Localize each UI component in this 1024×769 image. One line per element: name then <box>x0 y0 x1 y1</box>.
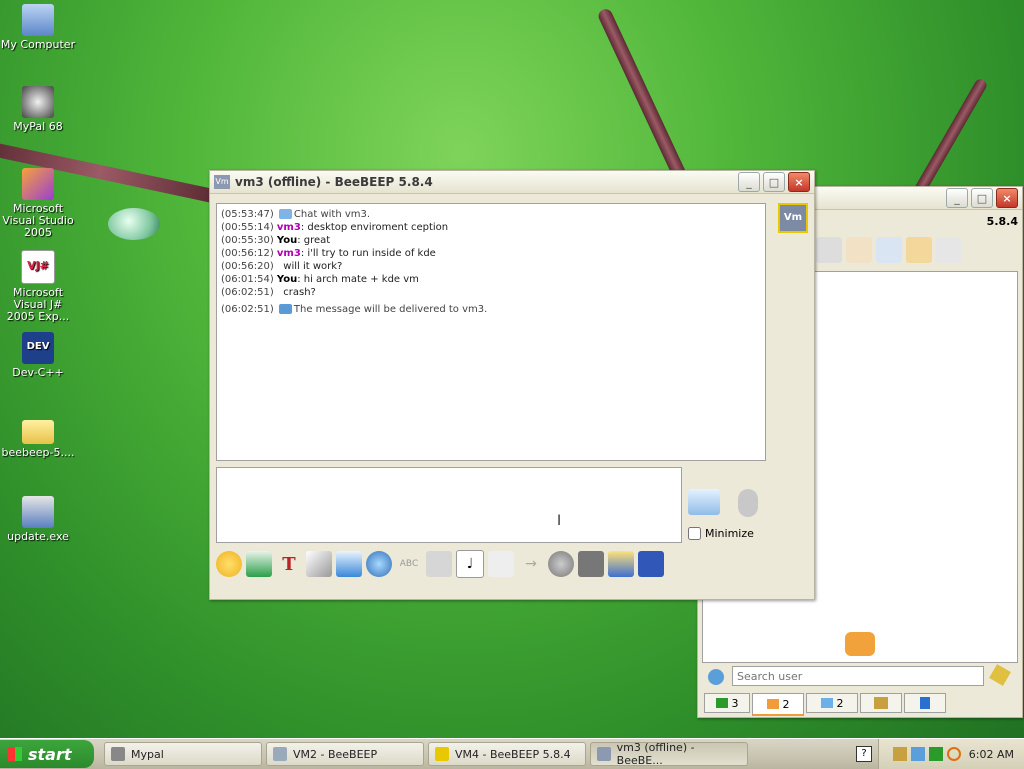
network-tab-icon <box>874 697 888 709</box>
spellcheck-icon[interactable]: ABC <box>396 551 422 577</box>
close-button[interactable]: × <box>996 188 1018 208</box>
text-cursor-icon: I <box>557 513 562 529</box>
users-icon <box>845 632 875 656</box>
terminal-icon[interactable] <box>578 551 604 577</box>
minimize-checkbox-label[interactable]: Minimize <box>688 527 754 540</box>
raccoon-icon <box>22 86 54 118</box>
chat-message: (00:56:12) vm3: i'll try to run inside o… <box>221 248 436 259</box>
setup-icon <box>22 496 54 528</box>
edit-icon[interactable] <box>846 237 872 263</box>
chat-icon <box>278 209 292 219</box>
chats-tab-icon <box>820 698 833 708</box>
chat-message: (06:02:51) crash? <box>221 287 316 298</box>
clock[interactable]: 6:02 AM <box>969 748 1014 761</box>
desktop-icon-beebeep-folder[interactable]: beebeep-5.... <box>0 414 76 459</box>
save-icon[interactable] <box>638 551 664 577</box>
tab-users[interactable]: 3 <box>704 693 750 713</box>
desktop-icon-mypal[interactable]: MyPal 68 <box>0 86 76 133</box>
groups-tab-icon <box>766 699 779 709</box>
tab-groups[interactable]: 2 <box>752 693 804 716</box>
desktop-icon-visual-jsharp[interactable]: VJ# Microsoft Visual J# 2005 Exp... <box>0 250 76 323</box>
chat-message: (00:55:30) You: great <box>221 235 331 246</box>
minimize-button[interactable]: _ <box>946 188 968 208</box>
filter-icon[interactable] <box>336 551 362 577</box>
taskbar: start Mypal VM2 - BeeBEEP VM4 - BeeBEEP … <box>0 738 1024 769</box>
gear-icon[interactable] <box>708 669 724 685</box>
vm-icon <box>435 747 449 761</box>
desktop-icon-devcpp[interactable]: DEV Dev-C++ <box>0 332 76 379</box>
taskbar-item-vm4[interactable]: VM4 - BeeBEEP 5.8.4 <box>428 742 586 766</box>
users-tab-icon <box>715 698 728 708</box>
vm-icon: Vm <box>214 175 230 189</box>
files-tab-icon <box>920 697 930 709</box>
gear-icon[interactable] <box>366 551 392 577</box>
tab-files[interactable] <box>904 693 946 713</box>
desktop-icon-my-computer[interactable]: My Computer <box>0 4 76 51</box>
beebeep-icon <box>273 747 287 761</box>
search-icon[interactable] <box>946 747 961 761</box>
windows-logo-icon <box>8 747 22 761</box>
chat-window-titlebar[interactable]: Vm vm3 (offline) - BeeBEEP 5.8.4 _ □ × <box>210 171 814 194</box>
tools-icon[interactable] <box>876 237 902 263</box>
desktop-icon-update[interactable]: update.exe <box>0 496 76 543</box>
version-label: 5.8.4 <box>986 215 1018 228</box>
start-button[interactable]: start <box>0 740 94 768</box>
taskbar-item-vm2[interactable]: VM2 - BeeBEEP <box>266 742 424 766</box>
visual-studio-icon <box>22 168 54 200</box>
tray-icon[interactable] <box>928 747 943 761</box>
main-tabs: 3 2 2 <box>704 693 946 716</box>
close-button[interactable]: × <box>788 172 810 192</box>
update-icon[interactable] <box>906 237 932 263</box>
folder-icon <box>22 420 54 444</box>
system-tray: 6:02 AM <box>878 739 1024 769</box>
help-icon[interactable]: ? <box>856 746 872 762</box>
tab-chats[interactable]: 2 <box>806 693 858 713</box>
globe-icon[interactable] <box>548 551 574 577</box>
trash-icon[interactable] <box>936 237 962 263</box>
chat-log[interactable]: (05:53:47) Chat with vm3. (00:55:14) vm3… <box>216 203 766 461</box>
forward-icon[interactable]: → <box>518 551 544 577</box>
search-user-input[interactable] <box>732 666 984 686</box>
clear-search-icon[interactable] <box>989 664 1011 686</box>
maximize-button[interactable]: □ <box>971 188 993 208</box>
minimize-button[interactable]: _ <box>738 172 760 192</box>
computer-icon <box>22 4 54 36</box>
microphone-icon[interactable] <box>738 489 758 517</box>
music-icon[interactable]: ♩ <box>456 550 484 578</box>
font-icon[interactable] <box>426 551 452 577</box>
window-title: vm3 (offline) - BeeBEEP 5.8.4 <box>235 175 433 189</box>
brush-icon[interactable] <box>306 551 332 577</box>
raccoon-icon <box>111 747 125 761</box>
taskbar-item-mypal[interactable]: Mypal <box>104 742 262 766</box>
chat-message: (00:55:14) vm3: desktop enviroment cepti… <box>221 222 449 233</box>
file-icon[interactable] <box>488 551 514 577</box>
chat-toolbar: T ABC ♩ → <box>216 549 668 579</box>
taskbar-item-vm3[interactable]: vm3 (offline) - BeeBE... <box>590 741 748 767</box>
tray-icon[interactable] <box>892 747 907 761</box>
notes-icon[interactable] <box>608 551 634 577</box>
mail-icon <box>278 304 292 314</box>
smiley-icon[interactable] <box>216 551 242 577</box>
chat-message: (05:53:47) Chat with vm3. <box>221 209 371 220</box>
send-icon[interactable] <box>688 489 720 515</box>
jsharp-icon: VJ# <box>21 250 55 284</box>
text-color-icon[interactable]: T <box>276 551 302 577</box>
devcpp-icon: DEV <box>22 332 54 364</box>
tab-network[interactable] <box>860 693 902 713</box>
main-toolbar <box>816 237 966 263</box>
tray-icon[interactable] <box>910 747 925 761</box>
chat-message: (00:56:20) will it work? <box>221 261 343 272</box>
maximize-button[interactable]: □ <box>763 172 785 192</box>
desktop-icon-visual-studio[interactable]: Microsoft Visual Studio 2005 <box>0 168 76 239</box>
receive-icon[interactable] <box>246 551 272 577</box>
avatar[interactable]: Vm <box>778 203 808 233</box>
chat-message: (06:02:51) The message will be delivered… <box>221 304 488 315</box>
water-drop <box>108 208 160 240</box>
status-icon[interactable] <box>816 237 842 263</box>
vm-icon <box>597 747 611 761</box>
chat-window[interactable]: Vm vm3 (offline) - BeeBEEP 5.8.4 _ □ × (… <box>209 170 815 600</box>
minimize-checkbox[interactable] <box>688 527 701 540</box>
chat-message: (06:01:54) You: hi arch mate + kde vm <box>221 274 419 285</box>
message-input[interactable]: I <box>216 467 682 543</box>
